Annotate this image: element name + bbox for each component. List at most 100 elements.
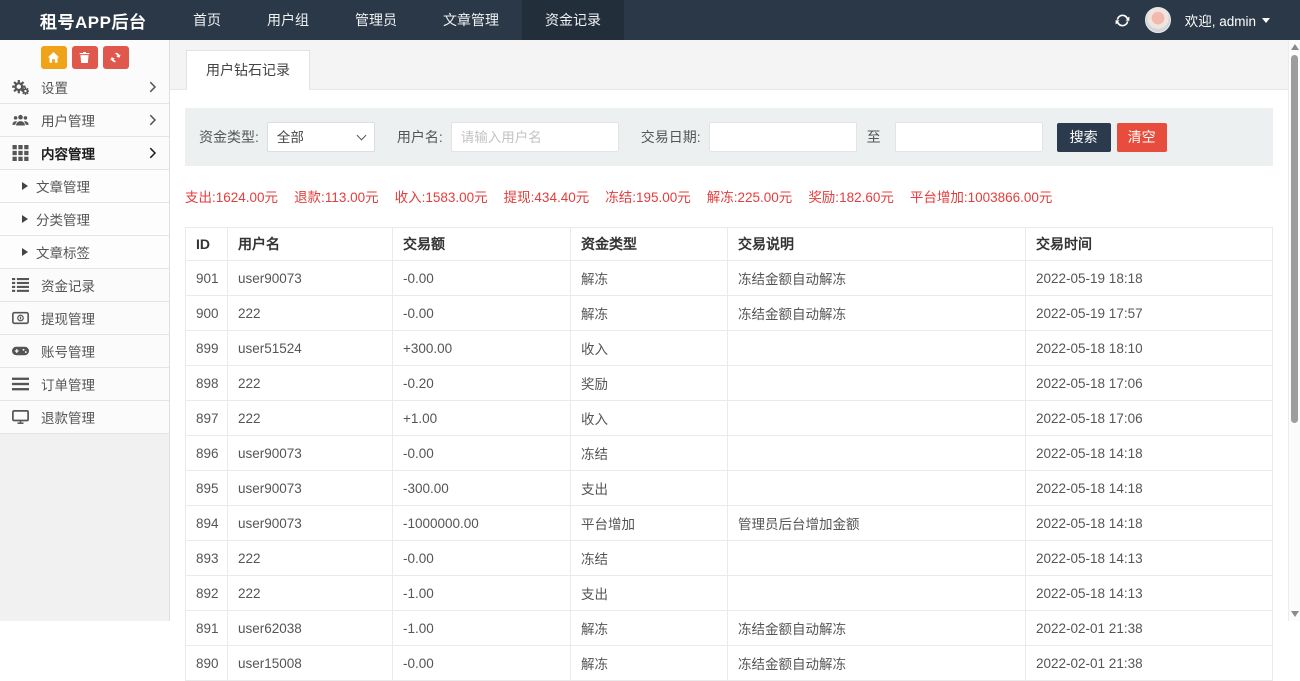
recycle-button[interactable] <box>103 46 129 69</box>
sidebar-item-fund-records-label: 资金记录 <box>41 275 95 295</box>
fund-type-select[interactable]: 全部 <box>267 122 375 152</box>
records-table-body: 901user90073-0.00解冻冻结金额自动解冻2022-05-19 18… <box>186 261 1273 681</box>
scroll-down-arrow-icon[interactable] <box>1291 611 1299 617</box>
nav-user-groups[interactable]: 用户组 <box>244 0 332 40</box>
trade-date-label: 交易日期: <box>641 127 701 147</box>
cell-3: 解冻 <box>571 296 728 331</box>
home-button[interactable] <box>41 46 67 69</box>
scroll-up-arrow-icon[interactable] <box>1291 44 1299 50</box>
nav-home[interactable]: 首页 <box>170 0 244 40</box>
table-row: 900222-0.00解冻冻结金额自动解冻2022-05-19 17:57 <box>186 296 1273 331</box>
cell-0: 895 <box>186 471 228 506</box>
nav-article-mgmt[interactable]: 文章管理 <box>420 0 522 40</box>
trash-button[interactable] <box>72 46 98 69</box>
col-header-3: 资金类型 <box>571 228 728 261</box>
cell-2: -0.20 <box>393 366 571 401</box>
date-to-label: 至 <box>867 127 881 147</box>
cell-5: 2022-05-19 17:57 <box>1026 296 1273 331</box>
sidebar-item-user-mgmt[interactable]: 用户管理 <box>0 104 169 137</box>
cell-5: 2022-05-18 17:06 <box>1026 366 1273 401</box>
col-header-5: 交易时间 <box>1026 228 1273 261</box>
date-to-input[interactable] <box>895 122 1043 152</box>
nav-items: 首页用户组管理员文章管理资金记录 <box>170 0 624 40</box>
scrollbar[interactable] <box>1288 40 1300 621</box>
cell-2: +1.00 <box>393 401 571 436</box>
cell-2: -1.00 <box>393 611 571 646</box>
col-header-2: 交易额 <box>393 228 571 261</box>
nav-admins[interactable]: 管理员 <box>332 0 420 40</box>
cell-0: 896 <box>186 436 228 471</box>
chevron-right-icon <box>149 114 157 126</box>
recycle-icon <box>109 51 122 64</box>
cell-5: 2022-05-18 14:18 <box>1026 506 1273 541</box>
tab-user-diamond-records[interactable]: 用户钻石记录 <box>186 50 310 90</box>
cell-1: user62038 <box>228 611 393 646</box>
user-dropdown[interactable]: 欢迎, admin <box>1185 10 1270 30</box>
sidebar-item-category-mgmt[interactable]: 分类管理 <box>0 203 169 236</box>
chevron-right-icon <box>149 147 157 159</box>
cell-0: 892 <box>186 576 228 611</box>
cell-4 <box>728 576 1026 611</box>
bars-icon <box>12 376 32 393</box>
stats-row: 支出:1624.00元退款:113.00元收入:1583.00元提现:434.4… <box>185 186 1285 206</box>
sidebar-item-article-tags[interactable]: 文章标签 <box>0 236 169 269</box>
stat-item: 冻结:195.00元 <box>605 186 691 206</box>
monitor-icon <box>12 409 32 426</box>
cell-5: 2022-05-18 14:13 <box>1026 541 1273 576</box>
main-content: 用户钻石记录 资金类型: 全部 用户名: 交易日期: 至 搜索 清空 支出:16… <box>170 40 1300 621</box>
cell-1: 222 <box>228 366 393 401</box>
users-icon <box>12 112 32 129</box>
cell-2: -300.00 <box>393 471 571 506</box>
cell-2: -0.00 <box>393 261 571 296</box>
cell-2: -0.00 <box>393 296 571 331</box>
top-navbar: 租号APP后台 首页用户组管理员文章管理资金记录 欢迎, admin <box>0 0 1300 40</box>
sidebar-item-refund-mgmt[interactable]: 退款管理 <box>0 401 169 434</box>
sidebar-item-content-mgmt-label: 内容管理 <box>41 143 95 163</box>
sidebar-item-article-mgmt[interactable]: 文章管理 <box>0 170 169 203</box>
username-input[interactable] <box>451 122 619 152</box>
avatar[interactable] <box>1145 7 1171 33</box>
sidebar-item-article-mgmt-label: 文章管理 <box>36 176 90 196</box>
cell-4: 冻结金额自动解冻 <box>728 261 1026 296</box>
date-from-input[interactable] <box>709 122 857 152</box>
app-brand: 租号APP后台 <box>0 8 170 33</box>
cell-5: 2022-05-18 14:13 <box>1026 576 1273 611</box>
chevron-down-icon <box>1262 18 1270 23</box>
scrollbar-thumb[interactable] <box>1291 55 1298 423</box>
sidebar-item-fund-records[interactable]: 资金记录 <box>0 269 169 302</box>
cell-1: user51524 <box>228 331 393 366</box>
refresh-icon[interactable] <box>1114 12 1131 29</box>
sidebar-item-settings[interactable]: 设置 <box>0 71 169 104</box>
search-button[interactable]: 搜索 <box>1057 123 1111 152</box>
cell-0: 897 <box>186 401 228 436</box>
cell-1: 222 <box>228 541 393 576</box>
cell-1: user90073 <box>228 471 393 506</box>
sidebar-item-content-mgmt[interactable]: 内容管理 <box>0 137 169 170</box>
triangle-right-icon <box>22 215 28 223</box>
clear-button[interactable]: 清空 <box>1117 123 1167 152</box>
cell-3: 解冻 <box>571 261 728 296</box>
sidebar-item-user-mgmt-label: 用户管理 <box>41 110 95 130</box>
cell-4 <box>728 471 1026 506</box>
cell-5: 2022-05-18 14:18 <box>1026 471 1273 506</box>
cell-1: user90073 <box>228 261 393 296</box>
records-table-head: ID用户名交易额资金类型交易说明交易时间 <box>186 228 1273 261</box>
cell-2: -1000000.00 <box>393 506 571 541</box>
cell-2: -1.00 <box>393 576 571 611</box>
sidebar-item-article-tags-label: 文章标签 <box>36 242 90 262</box>
sidebar-item-order-mgmt[interactable]: 订单管理 <box>0 368 169 401</box>
filter-panel: 资金类型: 全部 用户名: 交易日期: 至 搜索 清空 <box>185 108 1273 166</box>
cell-4: 冻结金额自动解冻 <box>728 646 1026 681</box>
gamepad-icon <box>12 343 32 360</box>
triangle-right-icon <box>22 248 28 256</box>
col-header-4: 交易说明 <box>728 228 1026 261</box>
sidebar-item-account-mgmt[interactable]: 账号管理 <box>0 335 169 368</box>
stat-item: 退款:113.00元 <box>294 186 379 206</box>
table-row: 896user90073-0.00冻结2022-05-18 14:18 <box>186 436 1273 471</box>
cell-5: 2022-02-01 21:38 <box>1026 646 1273 681</box>
cell-0: 893 <box>186 541 228 576</box>
sidebar-item-withdraw-mgmt[interactable]: 提现管理 <box>0 302 169 335</box>
cell-1: 222 <box>228 401 393 436</box>
list-icon <box>12 277 32 294</box>
nav-fund-records[interactable]: 资金记录 <box>522 0 624 40</box>
